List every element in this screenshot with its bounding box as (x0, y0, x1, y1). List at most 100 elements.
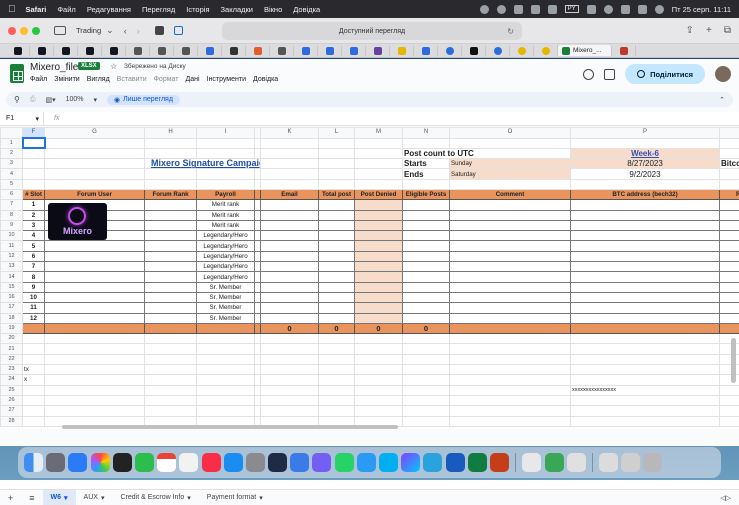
collapse-toolbar-icon[interactable]: ⌃ (719, 96, 725, 104)
cell[interactable] (319, 406, 355, 416)
forum-user-cell[interactable] (45, 292, 145, 302)
btc-address-cell[interactable] (571, 303, 720, 313)
cell[interactable] (261, 148, 319, 158)
excel-icon[interactable] (468, 453, 487, 472)
slot-number[interactable]: 10 (23, 292, 45, 302)
calendar-icon[interactable] (157, 453, 176, 472)
header-btc-address[interactable]: BTC address (bech32) (571, 189, 720, 199)
menu-history[interactable]: Історія (186, 5, 209, 14)
paint-format-icon[interactable]: ▧▾ (45, 96, 55, 104)
cell[interactable] (355, 169, 403, 179)
eligible-posts-cell[interactable] (403, 313, 450, 323)
row-header[interactable]: 13 (1, 262, 23, 272)
payroll-cell[interactable]: Merit rank (197, 220, 255, 230)
cell[interactable] (720, 385, 739, 395)
cell[interactable] (355, 395, 403, 405)
cell[interactable] (319, 344, 355, 354)
cell[interactable] (355, 138, 403, 148)
total-post-cell[interactable] (319, 210, 355, 220)
tab-group-selector[interactable]: Trading (76, 26, 101, 35)
row-header[interactable]: 23 (1, 365, 23, 375)
header-re[interactable]: Re (720, 189, 739, 199)
column-header[interactable]: M (355, 128, 403, 139)
tab-site-14[interactable] (510, 45, 534, 56)
cell[interactable] (403, 344, 450, 354)
powerpoint-icon[interactable] (490, 453, 509, 472)
slot-number[interactable]: 6 (23, 251, 45, 261)
screenshot-icon[interactable] (113, 453, 132, 472)
add-sheet-button[interactable]: + (0, 490, 21, 505)
sheet-tab-w6[interactable]: W6▾ (43, 490, 76, 505)
eligible-posts-cell[interactable] (403, 241, 450, 251)
cell[interactable] (571, 334, 720, 344)
exodus-icon[interactable] (268, 453, 287, 472)
row-header[interactable]: 27 (1, 406, 23, 416)
total-posts[interactable]: 0 (319, 323, 355, 333)
comments-icon[interactable] (604, 69, 615, 80)
btc-address-cell[interactable] (571, 282, 720, 292)
eligible-posts-cell[interactable] (403, 282, 450, 292)
cell[interactable] (355, 354, 403, 364)
email-cell[interactable] (261, 272, 319, 282)
cell[interactable] (261, 406, 319, 416)
cell[interactable] (450, 375, 571, 385)
clock[interactable]: Пт 25 серп. 11:11 (672, 5, 731, 14)
preview-icon[interactable] (522, 453, 541, 472)
eligible-posts-cell[interactable] (403, 200, 450, 210)
comment-cell[interactable] (450, 282, 571, 292)
row-header[interactable]: 6 (1, 189, 23, 199)
total-cell[interactable] (720, 323, 739, 333)
total-post-cell[interactable] (319, 262, 355, 272)
documents-icon[interactable] (621, 453, 640, 472)
forum-user-cell[interactable] (45, 282, 145, 292)
cell[interactable] (261, 334, 319, 344)
cell[interactable] (197, 395, 255, 405)
eligible-posts-cell[interactable] (403, 231, 450, 241)
total-cell[interactable] (45, 323, 145, 333)
name-box[interactable]: F1▾ (0, 112, 44, 125)
re-cell[interactable] (720, 313, 739, 323)
cell[interactable] (403, 354, 450, 364)
post-denied-cell[interactable] (355, 282, 403, 292)
cell[interactable] (45, 138, 145, 148)
tab-doc-3[interactable] (174, 45, 198, 56)
comment-cell[interactable] (450, 313, 571, 323)
messenger-icon[interactable] (401, 453, 420, 472)
total-post-cell[interactable] (319, 251, 355, 261)
column-header[interactable]: O (450, 128, 571, 139)
viber-icon[interactable] (312, 453, 331, 472)
keyboard-layout-badge[interactable]: PY (565, 5, 579, 13)
cell[interactable] (720, 354, 739, 364)
cell[interactable] (261, 138, 319, 148)
cell[interactable] (355, 406, 403, 416)
search-icon[interactable]: ⚲ (14, 95, 20, 104)
tab-site-2[interactable] (222, 45, 246, 56)
payroll-cell[interactable]: Merit rank (197, 210, 255, 220)
forum-rank-cell[interactable] (145, 303, 197, 313)
status-icon-1[interactable] (480, 5, 489, 14)
cell[interactable] (197, 344, 255, 354)
eligible-posts-cell[interactable] (403, 272, 450, 282)
comment-cell[interactable] (450, 231, 571, 241)
email-cell[interactable] (261, 210, 319, 220)
shield-icon[interactable] (514, 5, 523, 14)
cell[interactable] (23, 169, 45, 179)
sidebar-toggle-icon[interactable] (54, 26, 66, 35)
total-cell[interactable] (450, 323, 571, 333)
post-denied-cell[interactable] (355, 251, 403, 261)
total-post-cell[interactable] (319, 220, 355, 230)
cell[interactable] (720, 416, 739, 426)
total-cell[interactable] (145, 323, 197, 333)
cell[interactable] (45, 179, 145, 189)
total-post-cell[interactable] (319, 241, 355, 251)
cell[interactable] (197, 148, 255, 158)
starts-label[interactable]: Starts (403, 159, 450, 169)
btc-address-cell[interactable] (571, 200, 720, 210)
row-header[interactable]: 22 (1, 354, 23, 364)
row-header[interactable]: 15 (1, 282, 23, 292)
row-header[interactable]: 10 (1, 231, 23, 241)
header-slot[interactable]: # Slot (23, 189, 45, 199)
comment-cell[interactable] (450, 272, 571, 282)
status-icon-3[interactable] (531, 5, 540, 14)
row-header[interactable]: 12 (1, 251, 23, 261)
